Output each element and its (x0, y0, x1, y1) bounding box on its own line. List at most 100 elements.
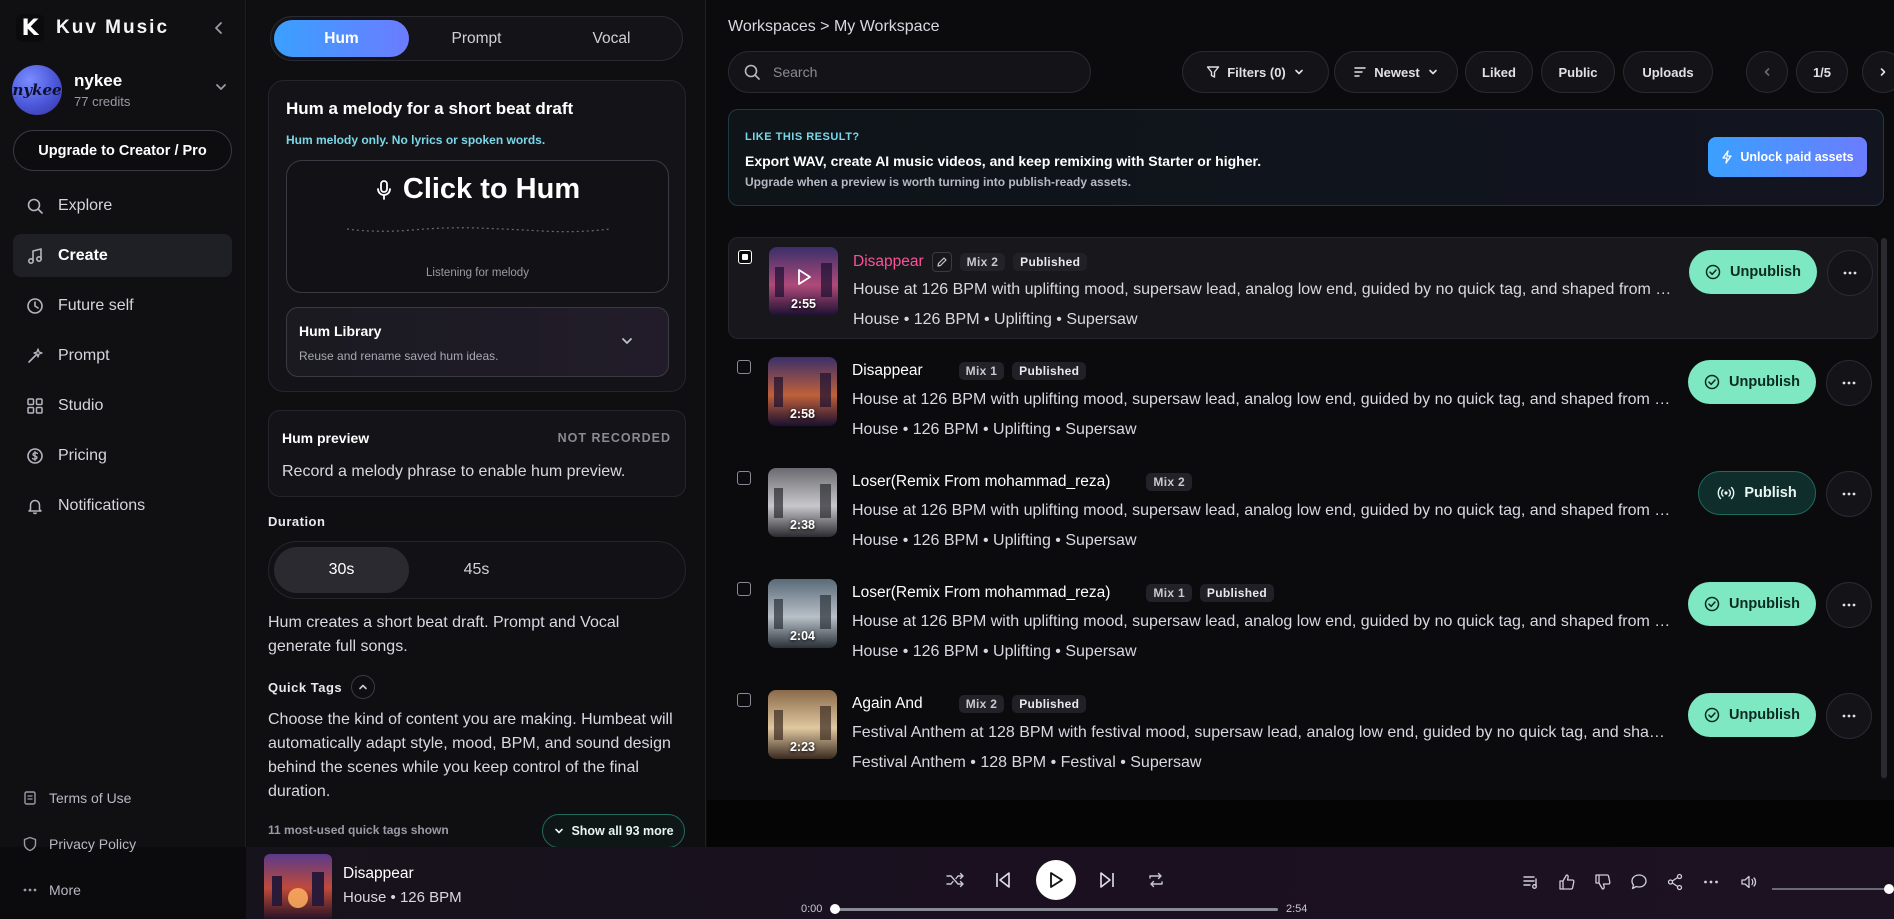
breadcrumb[interactable]: Workspaces > My Workspace (728, 18, 939, 36)
show-all-tags-button[interactable]: Show all 93 more (542, 814, 685, 847)
volume-icon[interactable] (1740, 873, 1758, 891)
track-more-button[interactable] (1826, 471, 1872, 517)
player-artwork[interactable] (264, 854, 332, 919)
track-more-button[interactable] (1826, 360, 1872, 406)
chevron-down-icon[interactable] (214, 80, 228, 94)
chevron-down-icon (553, 825, 565, 837)
track-artwork[interactable]: 2:55 (769, 247, 838, 316)
edit-title-icon[interactable] (931, 252, 952, 272)
comment-icon[interactable] (1630, 873, 1648, 891)
prev-page-button[interactable] (1746, 51, 1788, 93)
duration-label: Duration (268, 514, 326, 529)
track-row[interactable]: 2:04 Loser(Remix From mohammad_reza) Mix… (728, 570, 1878, 672)
play-icon (1048, 871, 1064, 889)
quick-tags-header: Quick Tags (268, 675, 376, 699)
nav-item-prompt[interactable]: Prompt (13, 334, 232, 377)
track-more-button[interactable] (1827, 250, 1873, 296)
search-field[interactable] (728, 51, 1091, 93)
terms-link[interactable]: Terms of Use (22, 786, 232, 810)
progress-bar[interactable] (830, 904, 1278, 914)
volume-slider[interactable] (1772, 884, 1894, 894)
hum-library[interactable]: Hum Library Reuse and rename saved hum i… (286, 307, 669, 377)
chip-public[interactable]: Public (1541, 51, 1615, 93)
shield-icon (22, 836, 38, 852)
publish-button[interactable]: Publish (1698, 471, 1816, 515)
scrollbar[interactable] (1881, 238, 1887, 780)
chip-liked[interactable]: Liked (1465, 51, 1533, 93)
track-title[interactable]: Disappear (852, 362, 923, 380)
unpublish-button[interactable]: Unpublish (1689, 250, 1817, 294)
play-button[interactable] (1036, 860, 1076, 900)
track-row[interactable]: 2:38 Loser(Remix From mohammad_reza) Mix… (728, 459, 1878, 561)
queue-icon[interactable] (1522, 873, 1540, 891)
nav-item-notifications[interactable]: Notifications (13, 484, 232, 527)
more-link[interactable]: More (22, 878, 232, 902)
track-more-button[interactable] (1826, 693, 1872, 739)
more-options-icon[interactable] (1702, 873, 1720, 891)
bell-icon (26, 497, 44, 515)
grid-icon (26, 397, 44, 415)
player-title[interactable]: Disappear (343, 865, 414, 883)
track-row[interactable]: 2:23 Again And Mix 2 Published Festival … (728, 681, 1878, 783)
track-checkbox[interactable] (737, 471, 751, 485)
nav-item-studio[interactable]: Studio (13, 384, 232, 427)
scrollbar-thumb[interactable] (1881, 238, 1887, 778)
preview-title: Hum preview (282, 430, 370, 446)
nav-item-create[interactable]: Create (13, 234, 232, 277)
footer-label: Terms of Use (49, 790, 132, 806)
track-artwork[interactable]: 2:04 (768, 579, 837, 648)
collapse-sidebar-icon[interactable] (210, 19, 228, 37)
shuffle-icon[interactable] (944, 869, 966, 891)
filters-button[interactable]: Filters (0) (1182, 51, 1329, 93)
volume-knob[interactable] (1884, 884, 1894, 894)
track-row[interactable]: 2:58 Disappear Mix 1 Published House at … (728, 348, 1878, 450)
tab-prompt[interactable]: Prompt (409, 20, 544, 57)
next-track-icon[interactable] (1096, 869, 1118, 891)
track-row[interactable]: 2:55 Disappear Mix 2 Published House at … (728, 237, 1878, 339)
chip-uploads[interactable]: Uploads (1623, 51, 1713, 93)
click-to-hum-button[interactable]: Click to Hum (287, 173, 668, 206)
track-checkbox[interactable] (738, 250, 752, 264)
track-artwork[interactable]: 2:38 (768, 468, 837, 537)
dislike-icon[interactable] (1594, 873, 1612, 891)
tab-vocal[interactable]: Vocal (544, 20, 679, 57)
hum-recorder[interactable]: Click to Hum Listening for melody (286, 160, 669, 293)
play-icon[interactable] (791, 265, 815, 289)
share-icon[interactable] (1666, 873, 1684, 891)
unpublish-button[interactable]: Unpublish (1688, 582, 1816, 626)
nav-item-pricing[interactable]: Pricing (13, 434, 232, 477)
chevron-up-icon[interactable] (351, 675, 376, 699)
nav-item-explore[interactable]: Explore (13, 184, 232, 227)
unlock-paid-assets-button[interactable]: Unlock paid assets (1708, 137, 1867, 177)
tab-hum[interactable]: Hum (274, 20, 409, 57)
unlock-label: Unlock paid assets (1740, 150, 1854, 164)
upgrade-button[interactable]: Upgrade to Creator / Pro (13, 130, 232, 171)
more-dots-icon (1841, 708, 1857, 724)
sort-button[interactable]: Newest (1334, 51, 1458, 93)
chevron-down-icon[interactable] (620, 334, 634, 348)
track-checkbox[interactable] (737, 693, 751, 707)
search-input[interactable] (773, 64, 1053, 80)
brand[interactable]: K Kuv Music (16, 14, 169, 42)
track-artwork[interactable]: 2:58 (768, 357, 837, 426)
track-more-button[interactable] (1826, 582, 1872, 628)
previous-track-icon[interactable] (992, 869, 1014, 891)
duration-30s[interactable]: 30s (274, 547, 409, 593)
track-checkbox[interactable] (737, 582, 751, 596)
track-title[interactable]: Loser(Remix From mohammad_reza) (852, 473, 1110, 491)
unpublish-button[interactable]: Unpublish (1688, 693, 1816, 737)
next-page-button[interactable] (1862, 51, 1894, 93)
track-title[interactable]: Again And (852, 695, 923, 713)
track-artwork[interactable]: 2:23 (768, 690, 837, 759)
user-menu[interactable]: nykee nykee 77 credits (12, 64, 232, 116)
unpublish-button[interactable]: Unpublish (1688, 360, 1816, 404)
track-title[interactable]: Disappear (853, 253, 924, 271)
repeat-icon[interactable] (1145, 869, 1167, 891)
track-title[interactable]: Loser(Remix From mohammad_reza) (852, 584, 1110, 602)
nav-item-future-self[interactable]: Future self (13, 284, 232, 327)
privacy-link[interactable]: Privacy Policy (22, 832, 232, 856)
track-checkbox[interactable] (737, 360, 751, 374)
duration-45s[interactable]: 45s (409, 547, 544, 593)
like-icon[interactable] (1558, 873, 1576, 891)
progress-knob[interactable] (830, 904, 840, 914)
